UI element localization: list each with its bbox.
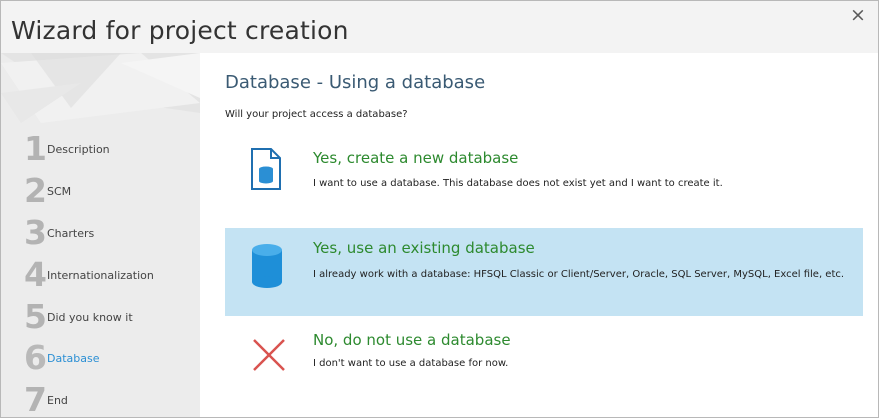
main-panel: Database - Using a database Will your pr…	[200, 53, 878, 417]
wizard-window: Wizard for project creation × 1 Descript…	[0, 0, 879, 418]
option-description: I don't want to use a database for now.	[313, 358, 509, 369]
option-description: I already work with a database: HFSQL Cl…	[313, 269, 845, 280]
question-text: Will your project access a database?	[225, 109, 408, 120]
window-title: Wizard for project creation	[11, 16, 349, 45]
step-label: SCM	[47, 185, 72, 198]
option-title: No, do not use a database	[313, 331, 511, 349]
step-label: Description	[47, 143, 110, 156]
close-icon[interactable]: ×	[845, 3, 871, 27]
step-label: Did you know it	[47, 311, 133, 324]
option-description: I want to use a database. This database …	[313, 178, 723, 189]
option-title: Yes, create a new database	[313, 149, 519, 167]
option-no-database[interactable]: No, do not use a database I don't want t…	[225, 323, 863, 393]
step-number: 4	[24, 255, 47, 294]
step-label: Database	[47, 352, 100, 365]
page-title: Database - Using a database	[225, 72, 486, 93]
step-number: 3	[24, 213, 47, 252]
option-title: Yes, use an existing database	[313, 239, 535, 257]
step-label: End	[47, 394, 68, 407]
steps-sidebar: 1 Description 2 SCM 3 Charters 4 Interna…	[1, 53, 200, 417]
database-cylinder-icon	[252, 244, 282, 288]
option-use-existing-database[interactable]: Yes, use an existing database I already …	[225, 228, 863, 316]
step-label: Charters	[47, 227, 95, 240]
option-create-new-database[interactable]: Yes, create a new database I want to use…	[225, 137, 863, 217]
red-cross-icon	[253, 339, 285, 371]
step-number: 6	[24, 338, 47, 377]
step-number: 1	[24, 129, 47, 168]
step-label: Internationalization	[47, 269, 154, 282]
step-number: 2	[24, 171, 47, 210]
step-number: 7	[24, 380, 47, 417]
title-bar: Wizard for project creation ×	[1, 1, 878, 53]
step-number: 5	[24, 297, 47, 336]
new-database-file-icon	[251, 148, 281, 190]
